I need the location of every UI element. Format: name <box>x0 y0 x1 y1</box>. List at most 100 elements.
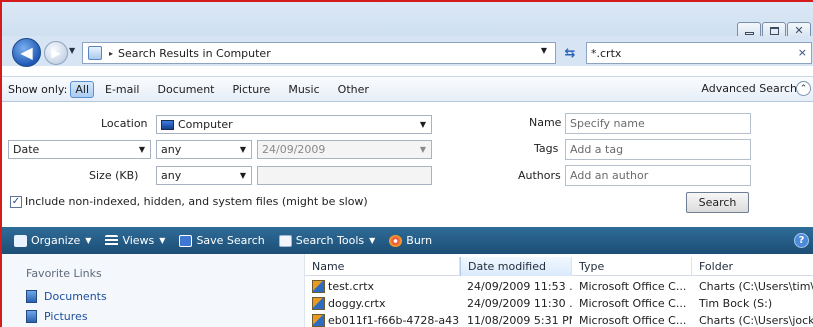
filter-picture-button[interactable]: Picture <box>228 81 276 98</box>
chevron-up-icon[interactable]: ⌃ <box>796 81 811 96</box>
maximize-icon <box>769 26 779 35</box>
table-row[interactable]: doggy.crtx 24/09/2009 11:30 ... Microsof… <box>305 295 813 312</box>
tags-label: Tags <box>534 142 559 155</box>
size-operator-select[interactable]: any ▼ <box>156 166 252 185</box>
help-icon[interactable]: ? <box>794 233 809 248</box>
chevron-down-icon: ▼ <box>85 236 92 245</box>
column-header-row: Name Date modified Type Folder <box>305 257 813 276</box>
file-name: test.crtx <box>328 280 375 293</box>
date-modified-cell: 24/09/2009 11:53 ... <box>467 280 572 293</box>
location-label: Location <box>101 117 148 130</box>
explorer-window: ✕ ◀ ▶ ▼ ▸ Search Results in Computer ▼ ⇆… <box>0 0 813 327</box>
organize-icon <box>14 234 27 247</box>
recent-pages-dropdown[interactable]: ▼ <box>69 46 75 55</box>
chart-template-file-icon <box>312 297 325 310</box>
column-header-date-modified[interactable]: Date modified <box>460 257 572 276</box>
type-cell: Microsoft Office C... <box>579 297 687 310</box>
name-input[interactable]: Specify name <box>565 113 751 134</box>
folder-cell: Tim Bock (S:) <box>699 297 773 310</box>
authors-label: Authors <box>518 169 561 182</box>
title-bar: ✕ <box>2 2 813 39</box>
location-select[interactable]: Computer ▼ <box>156 115 432 134</box>
filter-other-button[interactable]: Other <box>333 81 374 98</box>
date-value-picker[interactable]: 24/09/2009 ▼ <box>257 140 432 159</box>
show-only-label: Show only: <box>8 82 68 96</box>
search-button[interactable]: Search <box>686 192 749 213</box>
include-nonindexed-label[interactable]: Include non-indexed, hidden, and system … <box>25 195 368 208</box>
search-tools-label: Search Tools <box>295 234 365 247</box>
chevron-down-icon: ▼ <box>138 145 145 154</box>
file-name-cell[interactable]: test.crtx <box>305 278 460 295</box>
type-cell: Microsoft Office C... <box>579 314 687 327</box>
organize-label: Organize <box>31 234 81 247</box>
breadcrumb-separator[interactable]: ▸ <box>109 49 113 58</box>
clear-search-icon[interactable]: × <box>798 46 807 59</box>
date-operator-value: any <box>161 143 182 156</box>
save-icon <box>179 234 193 247</box>
tags-input[interactable]: Add a tag <box>565 139 751 160</box>
filter-music-button[interactable]: Music <box>283 81 324 98</box>
back-button[interactable]: ◀ <box>12 38 41 67</box>
file-name-cell[interactable]: doggy.crtx <box>305 295 460 312</box>
file-name: doggy.crtx <box>328 297 386 310</box>
filter-email-button[interactable]: E-mail <box>100 81 145 98</box>
filter-document-button[interactable]: Document <box>153 81 220 98</box>
computer-icon <box>161 119 174 130</box>
favorite-link-pictures[interactable]: Pictures <box>26 310 88 323</box>
chevron-down-icon: ▼ <box>369 236 376 245</box>
favorite-link-documents[interactable]: Documents <box>26 290 107 303</box>
search-tools-icon <box>278 234 292 247</box>
type-cell: Microsoft Office C... <box>579 280 687 293</box>
filter-all-button[interactable]: All <box>70 80 94 98</box>
date-field-value: Date <box>13 143 40 156</box>
burn-icon <box>389 234 403 247</box>
views-label: Views <box>122 234 155 247</box>
column-header-name[interactable]: Name <box>305 257 460 276</box>
table-row[interactable]: eb011f1-f66b-4728-a43... 11/08/2009 5:31… <box>305 312 813 327</box>
include-nonindexed-checkbox[interactable]: ✓ <box>10 195 22 208</box>
documents-icon <box>26 290 37 303</box>
close-icon: ✕ <box>794 24 804 37</box>
search-box[interactable]: *.crtx × <box>586 42 812 64</box>
search-tools-menu[interactable]: Search Tools ▼ <box>278 234 376 247</box>
back-arrow-icon: ◀ <box>20 43 33 62</box>
table-row[interactable]: test.crtx 24/09/2009 11:53 ... Microsoft… <box>305 278 813 295</box>
chevron-down-icon: ▼ <box>419 120 426 129</box>
breadcrumb-current[interactable]: Search Results in Computer <box>118 47 271 60</box>
date-modified-cell: 11/08/2009 5:31 PM <box>467 314 572 327</box>
forward-button[interactable]: ▶ <box>44 41 68 65</box>
size-operator-value: any <box>161 169 182 182</box>
address-dropdown-icon[interactable]: ▼ <box>541 46 547 55</box>
pictures-icon <box>26 310 37 323</box>
favorite-link-label: Documents <box>44 290 107 303</box>
file-name-cell[interactable]: eb011f1-f66b-4728-a43... <box>305 312 460 327</box>
location-value: Computer <box>178 118 233 131</box>
views-menu[interactable]: Views ▼ <box>105 234 165 247</box>
file-name: eb011f1-f66b-4728-a43... <box>328 314 460 327</box>
column-header-folder[interactable]: Folder <box>692 257 813 276</box>
folder-cell: Charts (C:\Users\jock\ <box>699 314 813 327</box>
size-label: Size (KB) <box>89 169 139 182</box>
size-value-input[interactable] <box>257 166 432 185</box>
advanced-search-pane: Location Computer ▼ Date ▼ any ▼ 24/09/2… <box>2 103 813 226</box>
date-field-select[interactable]: Date ▼ <box>8 140 151 159</box>
organize-menu[interactable]: Organize ▼ <box>14 234 91 247</box>
address-bar[interactable]: ▸ Search Results in Computer ▼ <box>82 42 556 64</box>
name-label: Name <box>529 116 562 129</box>
search-input[interactable]: *.crtx <box>591 47 621 60</box>
include-nonindexed-option[interactable]: ✓ Include non-indexed, hidden, and syste… <box>10 195 368 208</box>
favorite-links-heading: Favorite Links <box>26 267 102 280</box>
chevron-down-icon: ▼ <box>239 171 246 180</box>
command-toolbar: Organize ▼ Views ▼ Save Search Search To… <box>2 227 813 254</box>
save-search-label: Save Search <box>196 234 265 247</box>
navigation-pane: Favorite Links Documents Pictures <box>2 254 305 327</box>
refresh-button[interactable]: ⇆ <box>559 42 581 64</box>
save-search-button[interactable]: Save Search <box>179 234 265 247</box>
burn-button[interactable]: Burn <box>389 234 432 247</box>
authors-input[interactable]: Add an author <box>565 165 751 186</box>
date-operator-select[interactable]: any ▼ <box>156 140 252 159</box>
advanced-search-link[interactable]: Advanced Search <box>701 82 797 95</box>
folder-cell: Charts (C:\Users\tim\A <box>699 280 813 293</box>
column-header-type[interactable]: Type <box>572 257 692 276</box>
chevron-down-icon: ▼ <box>159 236 166 245</box>
